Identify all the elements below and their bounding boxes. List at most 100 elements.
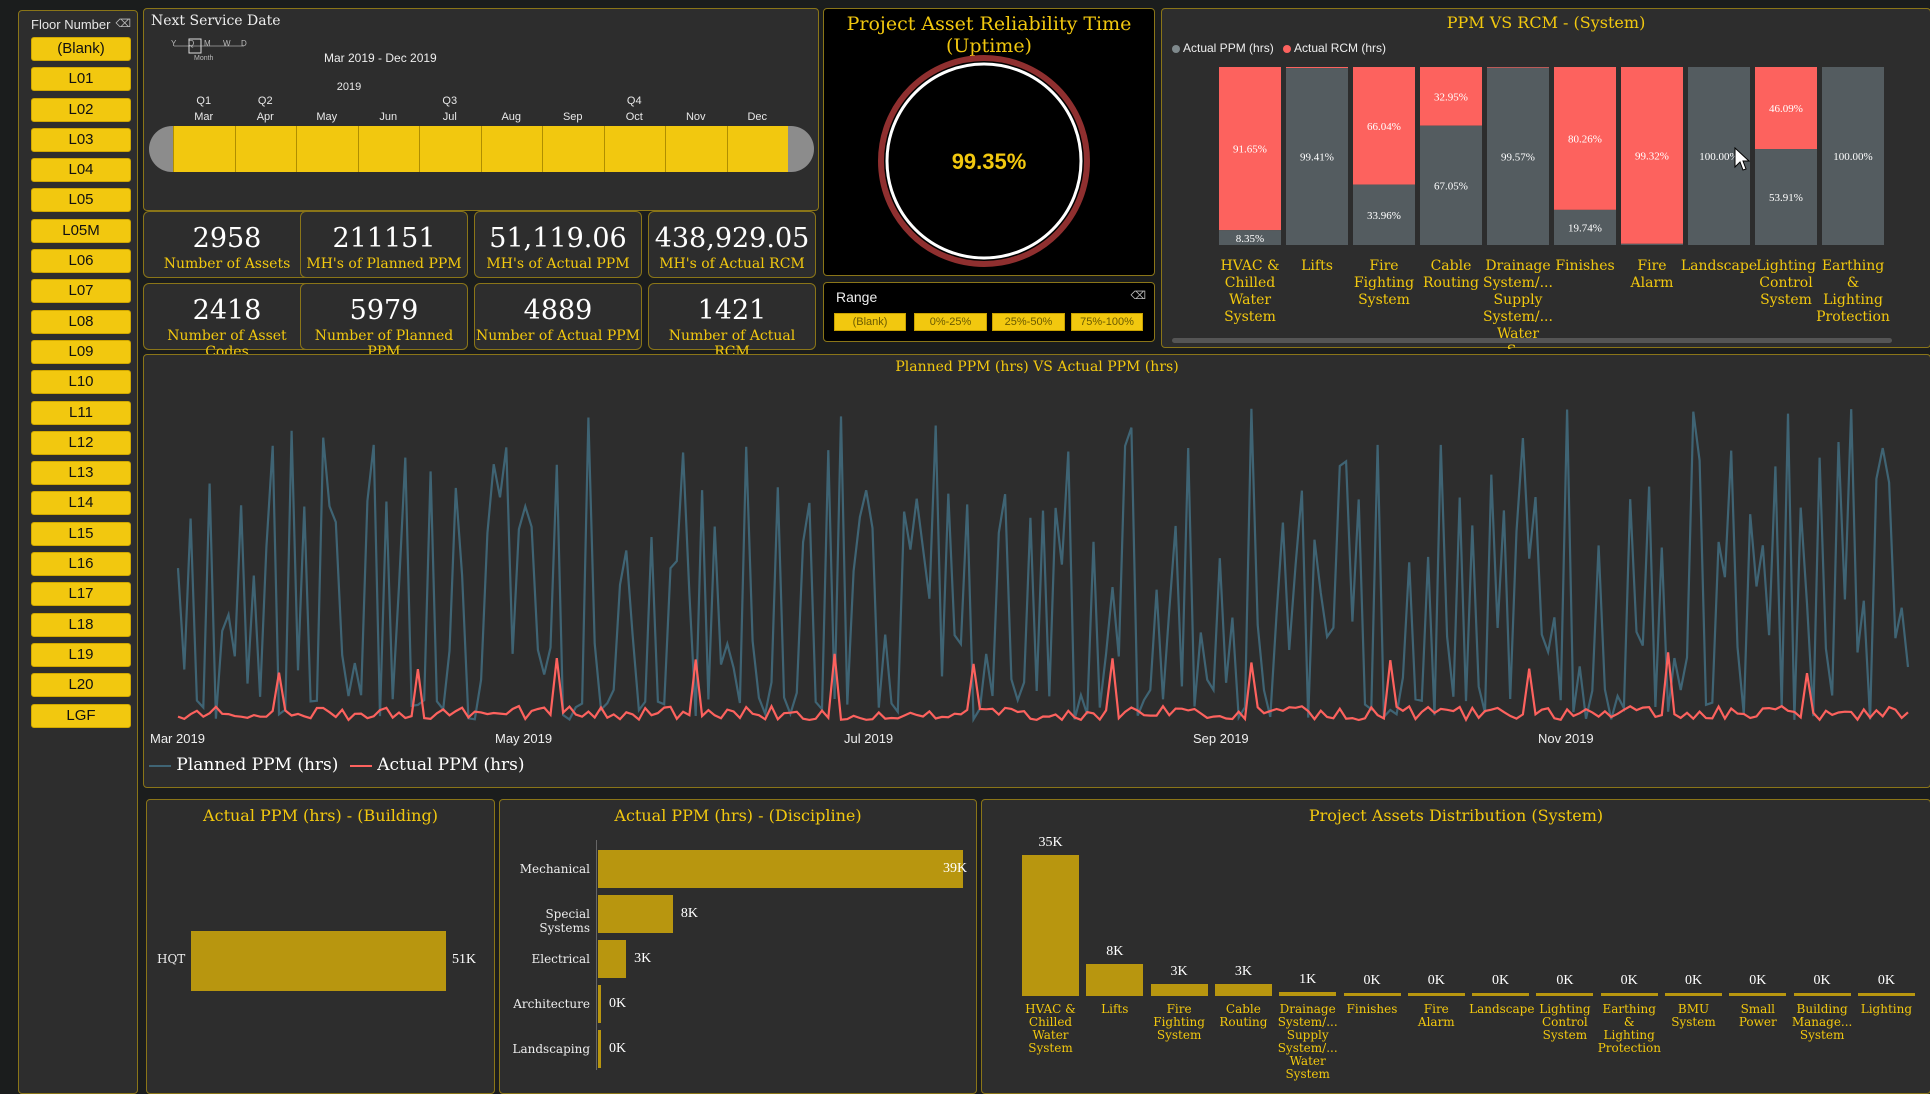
floor-option[interactable]: L11 <box>31 400 131 425</box>
floor-option[interactable]: L17 <box>31 582 131 607</box>
distribution-bar[interactable] <box>1150 983 1208 996</box>
kpi-value: 1421 <box>697 295 767 326</box>
timeline-month-cell[interactable] <box>296 126 358 172</box>
timeline-month-label: Sep <box>562 111 583 123</box>
timeline-month-label: Jun <box>379 111 398 123</box>
eraser-icon[interactable]: ⌫ <box>115 17 131 30</box>
distribution-bar[interactable] <box>1022 855 1079 996</box>
category-label: Cable Routing <box>1423 258 1479 291</box>
floor-option[interactable]: L15 <box>31 521 131 546</box>
granularity-option[interactable]: W <box>223 39 231 48</box>
x-tick-label: May 2019 <box>495 731 553 746</box>
eraser-icon[interactable]: ⌫ <box>1130 289 1146 302</box>
floor-slicer-title: Floor Number <box>31 17 111 32</box>
timeline-month-cell[interactable] <box>173 126 235 172</box>
kpi-value: 4889 <box>523 295 593 326</box>
distribution-bar[interactable] <box>1086 963 1144 996</box>
ppm-data-label: 99.41% <box>1300 152 1334 164</box>
bar-value-label: 8K <box>1106 943 1124 959</box>
timeline-month-cell[interactable] <box>726 126 788 172</box>
distribution-bar[interactable] <box>1472 993 1530 996</box>
floor-option[interactable]: L03 <box>31 127 131 152</box>
floor-option[interactable]: L05M <box>31 218 131 243</box>
distribution-bar[interactable] <box>1793 993 1851 996</box>
distribution-bar[interactable] <box>1665 993 1722 996</box>
planned-vs-actual-line-chart: Planned PPM (hrs) VS Actual PPM (hrs) Ma… <box>143 354 1930 788</box>
timeline-month-cell[interactable] <box>542 126 604 172</box>
bar-category-label: HQT <box>157 952 186 966</box>
kpi-value: 51,119.06 <box>489 223 627 254</box>
distribution-bar[interactable] <box>1343 993 1401 996</box>
horizontal-scrollbar[interactable] <box>1172 338 1892 343</box>
range-slicer: Range ⌫ (Blank) 0%-25% 25%-50% 75%-100% <box>823 282 1155 342</box>
floor-option[interactable]: L18 <box>31 612 131 637</box>
kpi-value: 5979 <box>349 295 419 326</box>
granularity-option[interactable]: Y <box>171 39 176 48</box>
range-option[interactable]: 0%-25% <box>914 313 987 331</box>
ppm-bar-segment[interactable] <box>1621 243 1683 245</box>
range-option[interactable]: 75%-100% <box>1071 313 1143 331</box>
chart-title: Actual PPM (hrs) - (Building) <box>203 806 438 825</box>
discipline-bar[interactable] <box>598 985 601 1023</box>
floor-option[interactable]: L13 <box>31 461 131 486</box>
distribution-bar[interactable] <box>1407 993 1465 996</box>
floor-option[interactable]: LGF <box>31 703 131 728</box>
discipline-bar[interactable] <box>598 850 963 888</box>
bar-value-label: 0K <box>1877 973 1895 988</box>
timeline-month-cell[interactable] <box>480 126 542 172</box>
ppm-data-label: 8.35% <box>1236 233 1264 245</box>
floor-option[interactable]: L14 <box>31 491 131 516</box>
bar-value-label: 0K <box>1363 973 1381 988</box>
kpi-card: 1421 Number of Actual RCM <box>648 283 816 360</box>
range-option[interactable]: 25%-50% <box>992 313 1065 331</box>
timeline-month-cell[interactable] <box>665 126 727 172</box>
floor-option[interactable]: L16 <box>31 552 131 577</box>
discipline-bar[interactable] <box>598 940 627 978</box>
bar-category-label: Drainage System/... Supply System/... Wa… <box>1277 1002 1338 1081</box>
floor-option[interactable]: L20 <box>31 673 131 698</box>
distribution-bar[interactable] <box>1279 991 1337 996</box>
bar-category-label: Electrical <box>531 952 590 966</box>
timeline-bar[interactable] <box>149 126 814 172</box>
granularity-option[interactable]: D <box>241 39 247 48</box>
planned-ppm-series[interactable] <box>176 408 1910 724</box>
floor-option[interactable]: L07 <box>31 279 131 304</box>
kpi-label: MH's of Planned PPM <box>306 256 462 272</box>
floor-option[interactable]: L02 <box>31 97 131 122</box>
floor-option[interactable]: L08 <box>31 309 131 334</box>
distribution-bar[interactable] <box>1857 993 1915 996</box>
discipline-bar[interactable] <box>598 1030 601 1068</box>
floor-option[interactable]: L04 <box>31 158 131 183</box>
floor-option[interactable]: L01 <box>31 67 131 92</box>
timeline-month-cell[interactable] <box>603 126 665 172</box>
floor-option[interactable]: L10 <box>31 370 131 395</box>
timeline-month-cell[interactable] <box>234 126 296 172</box>
distribution-bar[interactable] <box>1600 993 1658 996</box>
distribution-bar[interactable] <box>1729 993 1787 996</box>
timeline-month-cell[interactable] <box>357 126 419 172</box>
kpi-label: Number of Assets <box>163 256 291 272</box>
floor-option[interactable]: L12 <box>31 430 131 455</box>
distribution-bar[interactable] <box>1536 993 1594 996</box>
floor-option[interactable]: (Blank) <box>31 37 131 61</box>
building-bar-chart: Actual PPM (hrs) - (Building) HQT 51K <box>146 799 495 1094</box>
bar-category-label: Mechanical <box>519 862 590 876</box>
granularity-option[interactable]: Q <box>188 39 194 48</box>
floor-option[interactable]: L19 <box>31 642 131 667</box>
building-bar[interactable] <box>191 931 446 991</box>
rcm-bar-segment[interactable] <box>1487 67 1549 68</box>
date-range-text: Mar 2019 - Dec 2019 <box>324 51 437 65</box>
legend-planned: Planned PPM (hrs) <box>176 755 339 775</box>
discipline-bar[interactable] <box>598 895 673 933</box>
floor-option[interactable]: L06 <box>31 249 131 274</box>
granularity-option[interactable]: M <box>204 39 211 48</box>
bar-category-label: Lighting Control System <box>1539 1002 1591 1042</box>
floor-option[interactable]: L05 <box>31 188 131 213</box>
bar-value-label: 3K <box>1170 963 1188 979</box>
rcm-bar-segment[interactable] <box>1286 67 1348 69</box>
range-option[interactable]: (Blank) <box>834 313 906 331</box>
floor-option[interactable]: L09 <box>31 339 131 364</box>
distribution-bar[interactable] <box>1214 983 1272 996</box>
timeline-month-cell[interactable] <box>419 126 481 172</box>
rcm-data-label: 66.04% <box>1367 121 1401 133</box>
